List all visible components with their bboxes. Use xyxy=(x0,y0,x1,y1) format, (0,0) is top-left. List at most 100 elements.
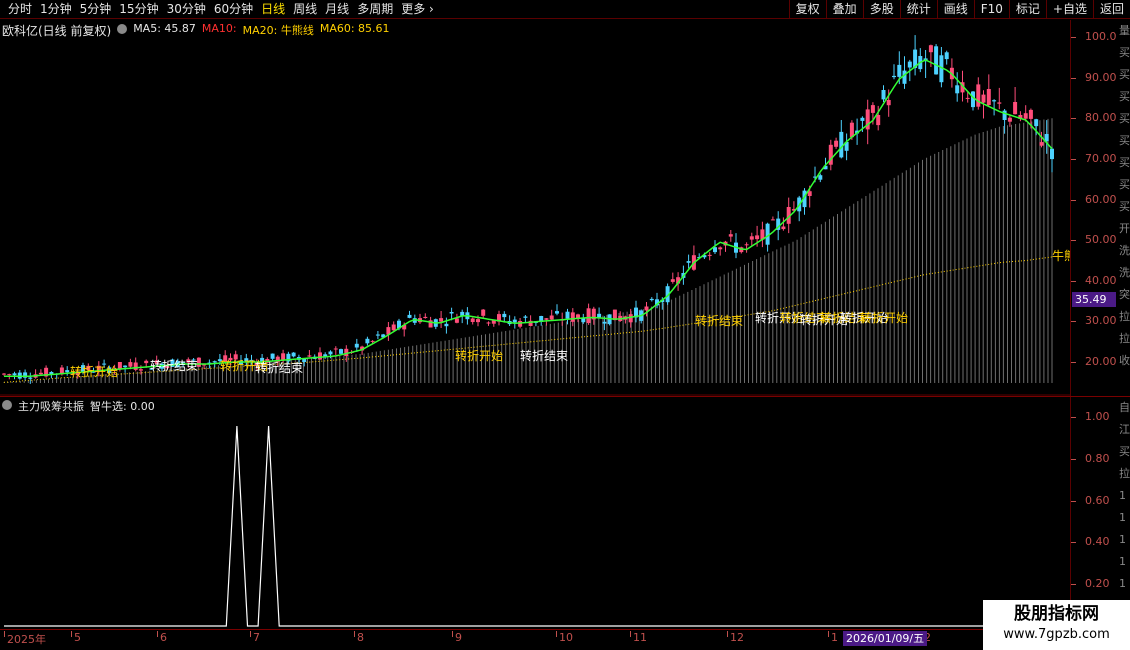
indicator-value: 智牛选: 0.00 xyxy=(90,400,155,413)
price-axis: 100.0 90.00 80.00 70.00 60.00 50.00 40.00 30.00… xyxy=(1070,20,1130,396)
date-tick: 11 xyxy=(630,631,647,644)
period-tab-1[interactable]: 1分钟 xyxy=(36,2,76,17)
tool-button-2[interactable]: 多股 xyxy=(862,0,900,19)
sub-right-labels: 自江买拉 1 1 1 1 1 xyxy=(1119,397,1130,597)
sub-right-label: 1 xyxy=(1119,533,1126,546)
right-label: 买 xyxy=(1119,68,1130,81)
candle-body xyxy=(944,52,949,60)
candle-body xyxy=(144,360,149,364)
signal-label: 转折结束 xyxy=(695,313,743,328)
candle-body xyxy=(555,311,559,314)
tool-button-6[interactable]: 标记 xyxy=(1008,0,1046,19)
candle-body xyxy=(886,100,891,106)
candle-body xyxy=(565,311,570,319)
candle-body xyxy=(907,61,912,68)
settings-dot-icon[interactable] xyxy=(2,400,12,410)
candle-body xyxy=(860,117,865,121)
tool-button-8[interactable]: 返回 xyxy=(1092,0,1130,19)
period-tab-8[interactable]: 月线 xyxy=(321,2,353,17)
tool-button-4[interactable]: 画线 xyxy=(936,0,974,19)
period-tab-4[interactable]: 30分钟 xyxy=(163,2,210,17)
tool-button-1[interactable]: 叠加 xyxy=(825,0,863,19)
sub-chart-svg[interactable] xyxy=(0,397,1070,629)
price-tick: 20.00 xyxy=(1071,355,1117,368)
candle-body xyxy=(992,100,997,102)
ma10-label: MA10: xyxy=(201,22,237,35)
candle-body xyxy=(602,321,607,324)
candle-body xyxy=(770,219,775,221)
price-tick: 40.00 xyxy=(1071,273,1117,287)
candle-body xyxy=(375,334,380,336)
date-axis: 2025年 5 6 7 8 9 10 11 12 1 2 2026/01/09/五 xyxy=(0,629,1130,650)
candle-body xyxy=(549,315,554,320)
candle-body xyxy=(307,355,312,357)
sub-tick: 0.20 xyxy=(1071,577,1110,590)
candle-body xyxy=(354,343,359,348)
candle-body xyxy=(518,321,523,327)
candle-body xyxy=(12,373,17,376)
candle-body xyxy=(128,362,133,367)
sub-indicator-panel[interactable]: 主力吸筹共振 智牛选: 0.00 xyxy=(0,397,1070,629)
sub-right-label: 买 xyxy=(1119,445,1130,458)
tool-button-5[interactable]: F10 xyxy=(973,0,1009,19)
period-tab-7[interactable]: 周线 xyxy=(289,2,321,17)
tool-button-7[interactable]: +自选 xyxy=(1045,0,1093,19)
cursor-date-label: 2026/01/09/五 xyxy=(843,631,928,646)
candle-body xyxy=(749,236,754,240)
date-tick: 5 xyxy=(71,631,81,644)
ma5-label: MA5: 45.87 xyxy=(133,22,196,35)
sub-indicator-header: 主力吸筹共振 智牛选: 0.00 xyxy=(2,398,155,414)
candle-body xyxy=(370,340,375,342)
candle-body xyxy=(28,377,33,379)
zhinuxuan-line xyxy=(4,425,1052,627)
date-tick: 1 xyxy=(828,631,838,644)
watermark: 股朋指标网 www.7gpzb.com xyxy=(983,600,1130,650)
period-tab-2[interactable]: 5分钟 xyxy=(76,2,116,17)
candle-body xyxy=(481,309,486,316)
more-periods-button[interactable]: 更多 › xyxy=(397,2,438,17)
period-tab-6[interactable]: 日线 xyxy=(257,2,289,17)
stock-title: 欧科亿(日线 前复权) xyxy=(2,24,112,38)
tool-button-3[interactable]: 统计 xyxy=(899,0,937,19)
candle-body xyxy=(491,320,496,324)
price-tick: 60.00 xyxy=(1071,192,1117,206)
period-tab-0[interactable]: 分时 xyxy=(4,2,36,17)
candle-body xyxy=(755,235,760,240)
indicator-title: 主力吸筹共振 xyxy=(18,400,84,413)
candle-body xyxy=(881,90,886,100)
signal-label: 转折结束 xyxy=(520,348,568,363)
candle-body xyxy=(1028,109,1033,119)
sub-right-label: 1 xyxy=(1119,511,1126,524)
candle-body xyxy=(892,75,896,78)
right-label: 洗 xyxy=(1119,266,1130,279)
more-label: 更多 xyxy=(401,2,426,16)
tool-button-0[interactable]: 复权 xyxy=(788,0,826,19)
candle-body xyxy=(333,348,338,350)
candle-body xyxy=(444,323,449,327)
main-chart-panel[interactable]: 转折开始 转折结束 转折开始 转折结束 转折开始 转折结束 转折结束 转折开始 转折结束 转折开始… xyxy=(0,20,1070,396)
candle-body xyxy=(423,316,428,318)
candle-body xyxy=(839,131,844,158)
sub-right-label: 1 xyxy=(1119,577,1126,590)
candle-body xyxy=(1013,102,1018,115)
date-tick: 8 xyxy=(354,631,364,644)
period-tab-9[interactable]: 多周期 xyxy=(353,2,397,17)
candle-body xyxy=(586,308,591,323)
candle-body xyxy=(123,365,128,368)
sub-axis: 1.00 0.80 0.60 0.40 0.20 自江买拉 1 1 1 1 1 xyxy=(1070,397,1130,629)
candle-body xyxy=(976,84,981,107)
sub-tick: 0.60 xyxy=(1071,493,1110,507)
candle-body xyxy=(728,234,733,237)
candle-body xyxy=(476,319,480,323)
main-chart-svg[interactable]: 转折开始 转折结束 转折开始转折结束转折开始 转折结束转折结束 转折开始转折结束转折开始… xyxy=(0,20,1070,396)
signal-label: 转折开始 xyxy=(455,348,503,363)
candle-body xyxy=(544,318,549,320)
period-tab-3[interactable]: 15分钟 xyxy=(115,2,162,17)
candle-body xyxy=(628,314,633,323)
price-tick: 80.00 xyxy=(1071,111,1117,125)
right-label: 拉 xyxy=(1119,332,1130,345)
period-tab-5[interactable]: 60分钟 xyxy=(210,2,257,17)
settings-dot-icon[interactable] xyxy=(117,24,128,34)
sub-right-label: 拉 xyxy=(1119,467,1130,480)
candle-body xyxy=(981,94,986,103)
